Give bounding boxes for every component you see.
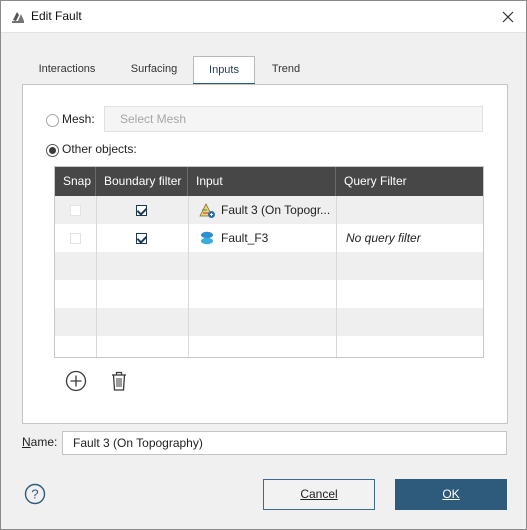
- input-name: Fault_F3: [221, 231, 269, 245]
- empty-row: [55, 280, 483, 308]
- other-objects-radio[interactable]: [46, 144, 59, 157]
- help-icon[interactable]: ?: [24, 483, 46, 505]
- ok-button[interactable]: OK: [395, 479, 507, 510]
- empty-row: [55, 336, 483, 357]
- tab-bar: Interactions Surfacing Inputs Trend: [21, 56, 507, 85]
- other-objects-label: Other objects:: [62, 142, 137, 156]
- boundary-filter-checkbox[interactable]: [136, 233, 147, 244]
- empty-row: [55, 252, 483, 280]
- delete-icon[interactable]: [109, 370, 129, 392]
- name-field[interactable]: [62, 431, 507, 455]
- tab-interactions[interactable]: Interactions: [25, 56, 109, 83]
- table-row[interactable]: Fault 3 (On Topogr...: [55, 196, 483, 224]
- cancel-button[interactable]: Cancel: [263, 479, 375, 510]
- inputs-table: Snap Boundary filter Input Query Filter …: [54, 166, 484, 358]
- svg-text:?: ?: [31, 487, 38, 502]
- column-header-snap[interactable]: Snap: [55, 167, 96, 196]
- snap-checkbox[interactable]: [70, 233, 81, 244]
- column-divider: [336, 196, 337, 357]
- edit-fault-dialog: Edit Fault Interactions Surfacing Inputs…: [0, 0, 527, 530]
- column-header-query-filter[interactable]: Query Filter: [336, 167, 483, 196]
- empty-row: [55, 308, 483, 336]
- boundary-filter-checkbox[interactable]: [136, 205, 147, 216]
- snap-checkbox[interactable]: [70, 205, 81, 216]
- fault-object-icon: [201, 231, 213, 245]
- select-mesh-dropdown[interactable]: Select Mesh: [104, 106, 483, 132]
- column-divider: [188, 196, 189, 357]
- query-filter-value[interactable]: No query filter: [346, 224, 483, 252]
- column-divider: [96, 196, 97, 357]
- mesh-label: Mesh:: [62, 112, 95, 126]
- fault-surface-icon: [199, 203, 215, 218]
- ok-label: OK: [442, 487, 460, 501]
- column-header-boundary-filter[interactable]: Boundary filter: [96, 167, 188, 196]
- tab-inputs[interactable]: Inputs: [193, 56, 255, 85]
- query-filter-value[interactable]: [346, 196, 483, 224]
- mesh-radio[interactable]: [46, 114, 59, 127]
- name-label: Name:: [22, 435, 58, 449]
- add-icon[interactable]: [65, 370, 87, 392]
- close-button[interactable]: [490, 1, 526, 32]
- table-header: Snap Boundary filter Input Query Filter: [55, 167, 483, 196]
- cancel-label: Cancel: [300, 487, 338, 501]
- tab-trend[interactable]: Trend: [261, 56, 311, 83]
- tab-surfacing[interactable]: Surfacing: [117, 56, 191, 83]
- close-icon: [502, 11, 514, 22]
- column-header-input[interactable]: Input: [188, 167, 336, 196]
- input-name: Fault 3 (On Topogr...: [221, 203, 331, 217]
- app-logo-icon: [12, 12, 24, 23]
- window-title: Edit Fault: [31, 9, 82, 23]
- title-bar: Edit Fault: [1, 1, 526, 33]
- table-row[interactable]: Fault_F3 No query filter: [55, 224, 483, 252]
